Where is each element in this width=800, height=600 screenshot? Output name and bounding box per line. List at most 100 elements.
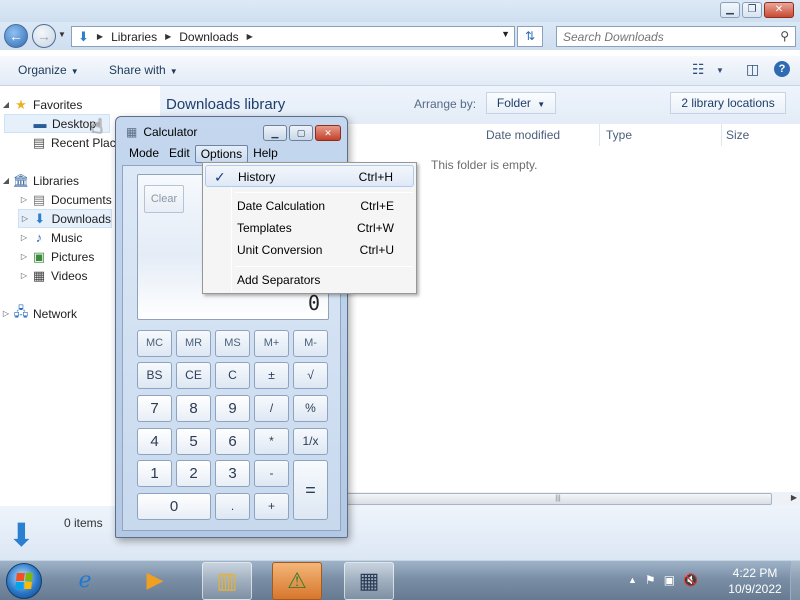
key-sqrt[interactable]: √ — [293, 362, 328, 389]
internet-explorer-icon[interactable]: ℯ — [60, 562, 110, 600]
key-plus-minus[interactable]: ± — [254, 362, 289, 389]
key-8[interactable]: 8 — [176, 395, 211, 422]
key-c[interactable]: C — [215, 362, 250, 389]
organize-button[interactable]: Organize ▼ — [18, 63, 79, 77]
calculator-taskbar-icon[interactable]: ▦ — [344, 562, 394, 600]
key-equals[interactable]: = — [293, 460, 328, 520]
nav-documents[interactable]: ▷ ▤ Documents — [18, 190, 112, 209]
back-button[interactable]: ← — [4, 24, 28, 48]
history-clear-button[interactable]: Clear — [144, 185, 184, 213]
menu-item-unit-conversion[interactable]: Unit Conversion Ctrl+U — [205, 239, 414, 261]
breadcrumb-downloads[interactable]: Downloads — [179, 30, 238, 44]
scroll-right-arrow-icon[interactable]: ▶ — [791, 493, 797, 502]
windows-explorer-icon[interactable]: ▥ — [202, 562, 252, 600]
key-m-plus[interactable]: M+ — [254, 330, 289, 357]
organize-label: Organize — [18, 63, 67, 77]
start-button[interactable] — [6, 563, 42, 599]
calculator-maximize-button[interactable]: ▢ — [289, 125, 313, 141]
nav-downloads[interactable]: ▷ ⬇ Downloads — [18, 209, 112, 228]
nav-music[interactable]: ▷ ♪ Music — [18, 228, 82, 247]
mouse-pointer-icon: ☝ — [91, 116, 104, 138]
maximize-button[interactable]: ❐ — [742, 2, 762, 18]
key-multiply[interactable]: * — [254, 428, 289, 455]
clock-time: 4:22 PM — [732, 566, 778, 580]
view-options-icon[interactable]: ☷ — [692, 61, 705, 78]
close-button[interactable]: ✕ — [764, 2, 794, 18]
expanded-triangle-icon[interactable]: ◢ — [0, 176, 12, 185]
key-4[interactable]: 4 — [137, 428, 172, 455]
search-box[interactable]: ⚲ — [556, 26, 796, 47]
key-reciprocal[interactable]: 1/x — [293, 428, 328, 455]
recent-pages-dropdown[interactable]: ▼ — [58, 30, 66, 39]
column-size[interactable]: Size — [722, 124, 800, 146]
scrollbar-thumb[interactable]: ||| — [344, 493, 772, 505]
menu-item-history[interactable]: ✓ History Ctrl+H — [205, 165, 414, 187]
menu-item-add-separators[interactable]: Add Separators — [205, 269, 414, 291]
collapsed-triangle-icon[interactable]: ▷ — [18, 195, 30, 204]
key-subtract[interactable]: - — [254, 460, 289, 487]
collapsed-triangle-icon[interactable]: ▷ — [19, 214, 31, 223]
key-2[interactable]: 2 — [176, 460, 211, 487]
key-divide[interactable]: / — [254, 395, 289, 422]
menu-item-templates[interactable]: Templates Ctrl+W — [205, 217, 414, 239]
key-7[interactable]: 7 — [137, 395, 172, 422]
key-percent[interactable]: % — [293, 395, 328, 422]
menu-item-label: History — [238, 170, 276, 184]
explorer-titlebar: ▁ ❐ ✕ — [0, 0, 800, 22]
key-9[interactable]: 9 — [215, 395, 250, 422]
action-center-icon[interactable]: ⚑ — [645, 573, 656, 587]
menu-item-date-calculation[interactable]: Date Calculation Ctrl+E — [205, 195, 414, 217]
nav-network[interactable]: ▷ 🖧 Network — [0, 304, 77, 323]
menu-help[interactable]: Help — [248, 145, 283, 163]
collapsed-triangle-icon[interactable]: ▷ — [18, 252, 30, 261]
menu-edit[interactable]: Edit — [164, 145, 195, 163]
calculator-close-button[interactable]: ✕ — [315, 125, 341, 141]
help-icon[interactable]: ? — [774, 61, 790, 77]
key-m-minus[interactable]: M- — [293, 330, 328, 357]
key-add[interactable]: + — [254, 493, 289, 520]
key-6[interactable]: 6 — [215, 428, 250, 455]
nav-libraries[interactable]: ◢ 🏛 Libraries — [0, 171, 79, 190]
search-input[interactable] — [557, 27, 767, 46]
key-mr[interactable]: MR — [176, 330, 211, 357]
show-desktop-button[interactable] — [790, 561, 800, 600]
collapsed-triangle-icon[interactable]: ▷ — [0, 309, 12, 318]
address-dropdown-icon[interactable]: ▼ — [501, 29, 510, 39]
key-ce[interactable]: CE — [176, 362, 211, 389]
preview-pane-icon[interactable]: ◫ — [746, 61, 759, 78]
nav-videos[interactable]: ▷ ▦ Videos — [18, 266, 88, 285]
media-player-icon[interactable]: ▶ — [130, 562, 180, 600]
library-locations-button[interactable]: 2 library locations — [670, 92, 786, 114]
share-with-button[interactable]: Share with ▼ — [109, 63, 178, 77]
key-1[interactable]: 1 — [137, 460, 172, 487]
column-type[interactable]: Type — [602, 124, 722, 146]
key-5[interactable]: 5 — [176, 428, 211, 455]
key-decimal[interactable]: . — [215, 493, 250, 520]
key-mc[interactable]: MC — [137, 330, 172, 357]
system-clock[interactable]: 4:22 PM 10/9/2022 — [724, 565, 786, 597]
refresh-button[interactable]: ⇅ — [517, 26, 543, 47]
arrange-by-dropdown[interactable]: Folder ▼ — [486, 92, 556, 114]
key-0[interactable]: 0 — [137, 493, 211, 520]
nav-favorites[interactable]: ◢ ★ Favorites — [0, 95, 82, 114]
calculator-minimize-button[interactable]: ▁ — [263, 125, 287, 141]
key-ms[interactable]: MS — [215, 330, 250, 357]
system-app-icon[interactable]: ⚠ — [272, 562, 322, 600]
show-hidden-icons-icon[interactable]: ▲ — [628, 573, 637, 587]
breadcrumb-libraries[interactable]: Libraries — [111, 30, 157, 44]
collapsed-triangle-icon[interactable]: ▷ — [18, 271, 30, 280]
network-status-icon[interactable]: ▣ — [664, 573, 675, 587]
view-dropdown-icon[interactable]: ▼ — [716, 66, 724, 75]
key-backspace[interactable]: BS — [137, 362, 172, 389]
address-bar[interactable]: ⬇ ▶ Libraries ▶ Downloads ▶ ▼ — [71, 26, 515, 47]
volume-muted-icon[interactable]: 🔇 — [683, 573, 698, 587]
key-3[interactable]: 3 — [215, 460, 250, 487]
menu-options[interactable]: Options — [194, 145, 249, 163]
forward-button[interactable]: → — [32, 24, 56, 48]
expanded-triangle-icon[interactable]: ◢ — [0, 100, 12, 109]
column-date-modified[interactable]: Date modified — [482, 124, 600, 146]
nav-pictures[interactable]: ▷ ▣ Pictures — [18, 247, 94, 266]
minimize-button[interactable]: ▁ — [720, 2, 740, 18]
menu-mode[interactable]: Mode — [124, 145, 164, 163]
collapsed-triangle-icon[interactable]: ▷ — [18, 233, 30, 242]
